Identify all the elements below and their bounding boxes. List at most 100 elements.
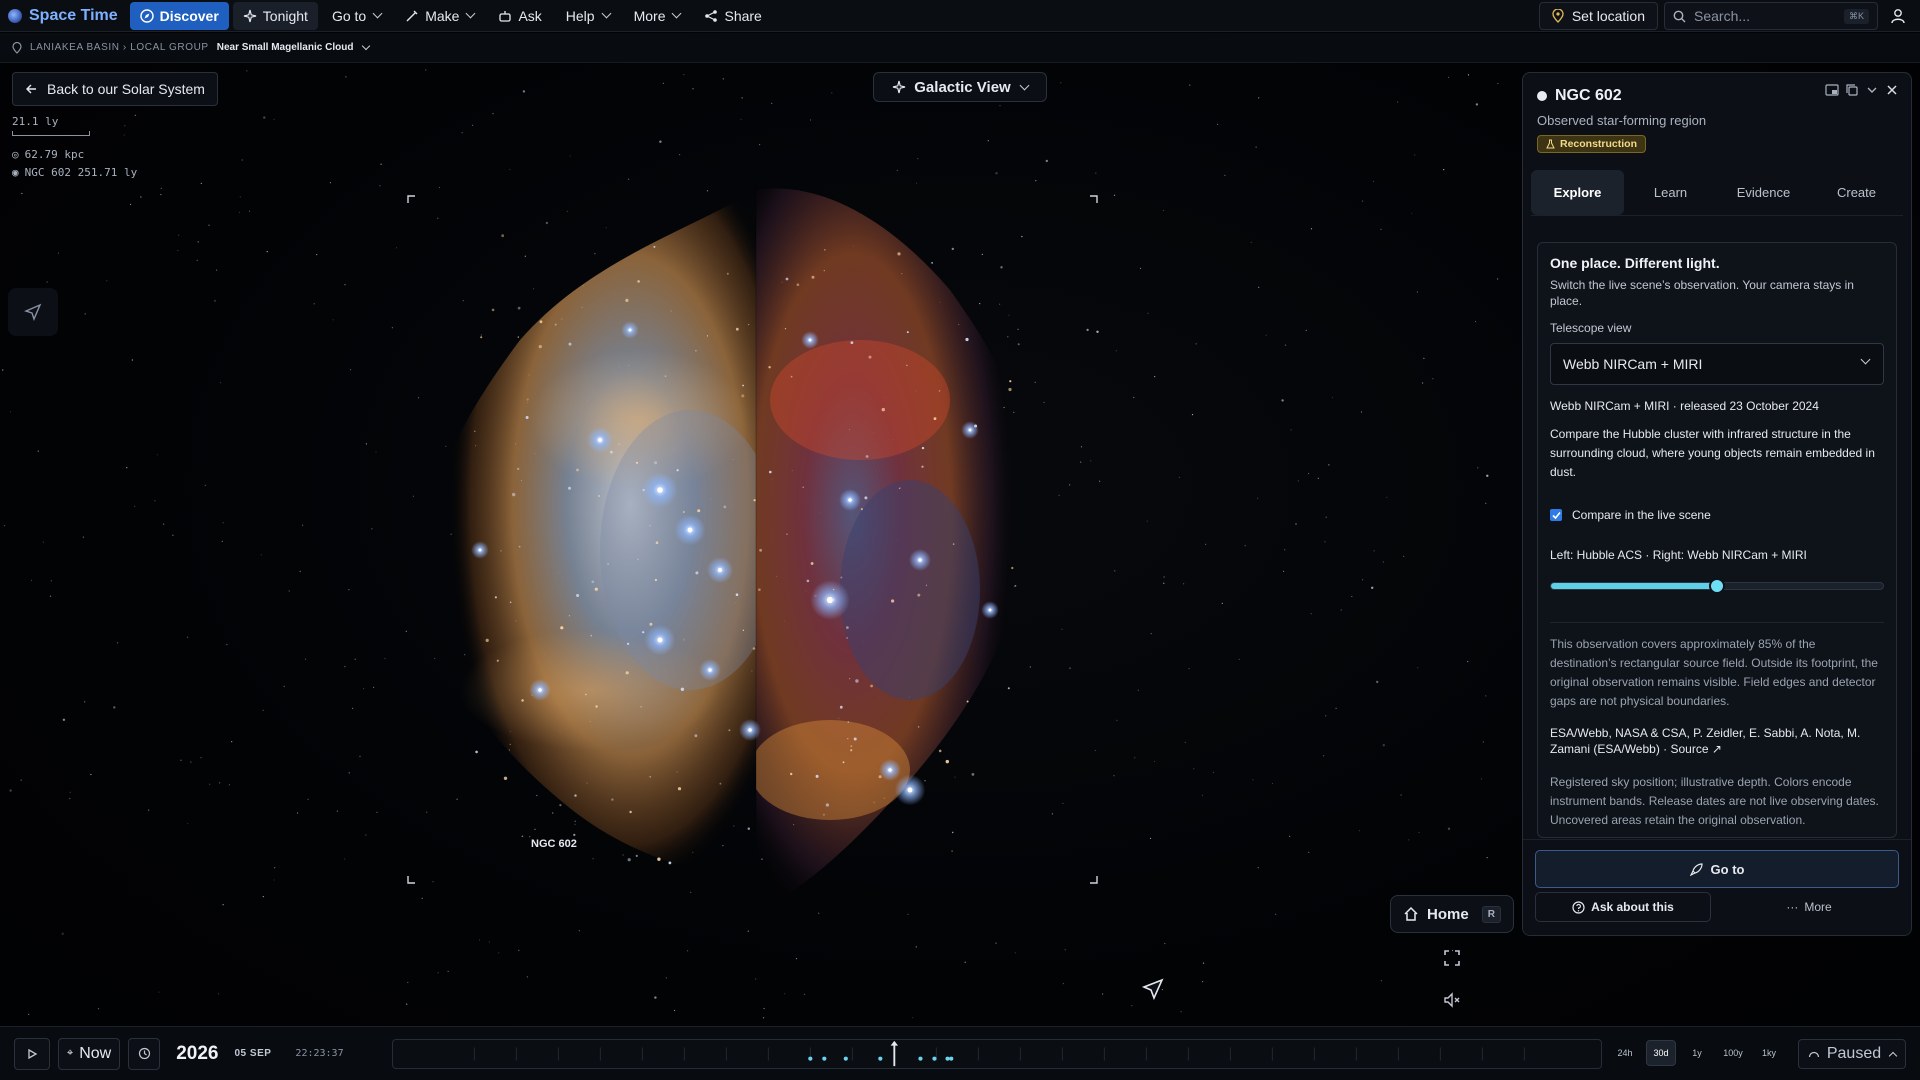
timeline-year[interactable]: 2026 [176, 1043, 218, 1065]
top-right-controls: Set location Search... ⌘K [1538, 2, 1912, 30]
wand-icon [406, 10, 418, 21]
play-button[interactable] [14, 1037, 50, 1070]
zoom-1y[interactable]: 1y [1682, 1040, 1712, 1066]
compare-checkbox[interactable]: Compare in the live scene [1550, 508, 1884, 522]
pointer-tool-button[interactable] [8, 288, 58, 336]
card-intro: Switch the live scene’s observation. You… [1550, 278, 1854, 308]
home-label: Home [1427, 905, 1469, 923]
picture-in-picture-icon[interactable] [1825, 83, 1839, 97]
observation-description: Compare the Hubble cluster with infrared… [1550, 427, 1875, 479]
zoom-30d[interactable]: 30d [1646, 1040, 1676, 1066]
go-to-button[interactable]: Go to [1535, 850, 1899, 888]
compass-icon [139, 8, 154, 23]
compare-slider-handle[interactable] [1709, 578, 1725, 594]
playback-status-button[interactable]: Paused [1798, 1039, 1906, 1069]
nav-help[interactable]: Help [556, 2, 620, 30]
ask-about-this-button[interactable]: Ask about this [1535, 892, 1711, 922]
history-button[interactable] [128, 1037, 161, 1070]
top-bar: Space Time Discover Tonight Go to Make A… [0, 0, 1920, 32]
planet-logo-icon [8, 8, 22, 23]
scene-object-label[interactable]: NGC 602 [531, 838, 577, 850]
chevron-down-icon [372, 8, 383, 19]
compare-slider[interactable] [1550, 578, 1884, 594]
panel-subtitle: Observed star-forming region [1537, 113, 1707, 128]
ellipsis-icon: ··· [1786, 900, 1799, 914]
timeline-time[interactable]: 22:23:37 [295, 1048, 343, 1059]
distance-icon: ◎ [12, 148, 19, 161]
chevron-down-icon [601, 8, 612, 19]
location-pin-icon [12, 41, 22, 54]
robot-icon [499, 10, 512, 22]
nav-ask[interactable]: Ask [488, 2, 551, 30]
user-account-button[interactable] [1884, 2, 1912, 30]
telescope-view-label: Telescope view [1550, 321, 1632, 335]
observation-card: One place. Different light. Switch the l… [1537, 242, 1897, 838]
frame-corner-top-left [407, 195, 415, 203]
ask-about-this-label: Ask about this [1591, 900, 1674, 914]
fullscreen-icon[interactable] [1442, 948, 1462, 968]
release-info: Webb NIRCam + MIRI · released 23 October… [1550, 399, 1819, 413]
timeline-date[interactable]: 05 SEP [235, 1048, 272, 1059]
checkbox-checked-icon[interactable] [1550, 509, 1562, 521]
telescope-view-select[interactable]: Webb NIRCam + MIRI [1550, 343, 1884, 385]
ngc-602-nebula-image[interactable] [390, 170, 1110, 930]
coverage-note: This observation covers approximately 85… [1550, 622, 1884, 711]
secondary-actions: Ask about this ··· More [1535, 892, 1899, 922]
tab-explore[interactable]: Explore [1531, 170, 1624, 215]
image-credit-link[interactable]: ESA/Webb, NASA & CSA, P. Zeidler, E. Sab… [1550, 725, 1884, 757]
nav-share[interactable]: Share [694, 2, 771, 30]
zoom-100y[interactable]: 100y [1718, 1040, 1748, 1066]
back-to-solar-system-button[interactable]: Back to our Solar System [12, 72, 218, 106]
close-icon[interactable] [1885, 83, 1899, 97]
flask-icon [1546, 139, 1555, 149]
copy-icon[interactable] [1845, 83, 1859, 97]
zoom-24h[interactable]: 24h [1610, 1040, 1640, 1066]
nav-make[interactable]: Make [395, 2, 484, 30]
view-mode-selector[interactable]: Galactic View [873, 72, 1047, 102]
zoom-1ky[interactable]: 1ky [1754, 1040, 1784, 1066]
arrow-left-icon [26, 84, 36, 94]
app-logo[interactable]: Space Time [8, 7, 118, 25]
playback-status-label: Paused [1826, 1045, 1882, 1062]
nav-discover[interactable]: Discover [129, 1, 229, 30]
now-label: Now [79, 1044, 112, 1062]
panel-window-controls [1825, 83, 1899, 97]
play-icon [28, 1048, 38, 1059]
target-icon: ◉ [12, 166, 19, 179]
search-shortcut: ⌘K [1843, 8, 1869, 24]
home-button[interactable]: Home R [1390, 895, 1514, 933]
badge-label: Reconstruction [1560, 138, 1638, 150]
depth-note: Registered sky position; illustrative de… [1550, 775, 1879, 827]
panel-header: NGC 602 Observed star-forming region Rec… [1523, 73, 1911, 154]
more-actions-label: More [1804, 900, 1832, 914]
home-shortcut: R [1481, 905, 1501, 923]
view-mode-label: Galactic View [914, 78, 1011, 96]
set-location-button[interactable]: Set location [1538, 2, 1658, 30]
nav-tonight-label: Tonight [262, 7, 308, 24]
nav-share-label: Share [724, 7, 762, 24]
nav-ask-label: Ask [518, 7, 542, 24]
nav-more[interactable]: More [624, 2, 691, 30]
collapse-chevron-icon[interactable] [1865, 83, 1879, 97]
speed-gauge-icon [1808, 1051, 1819, 1058]
nav-make-label: Make [425, 7, 460, 24]
search-icon [1673, 10, 1686, 22]
now-button[interactable]: ⌖ Now [58, 1037, 121, 1070]
breadcrumb-path[interactable]: LANIAKEA BASIN › LOCAL GROUP [30, 42, 209, 53]
tab-learn[interactable]: Learn [1624, 170, 1717, 215]
more-actions-button[interactable]: ··· More [1719, 892, 1899, 922]
tab-evidence[interactable]: Evidence [1717, 170, 1810, 215]
nav-tonight[interactable]: Tonight [232, 1, 318, 30]
timeline-track[interactable] [392, 1039, 1602, 1069]
mute-icon[interactable] [1442, 990, 1462, 1010]
scale-readout: 21.1 ly ◎ 62.79 kpc ◉ NGC 602 251.71 ly [12, 115, 137, 184]
tab-create[interactable]: Create [1810, 170, 1903, 215]
breadcrumb-current[interactable]: Near Small Magellanic Cloud [217, 42, 354, 53]
hubble-half [425, 190, 756, 890]
frame-corner-bottom-left [407, 876, 415, 884]
nav-goto[interactable]: Go to [322, 2, 391, 30]
go-to-label: Go to [1710, 861, 1745, 877]
chevron-down-icon[interactable] [362, 41, 371, 50]
distance-kpc: 62.79 kpc [24, 148, 85, 161]
search-input[interactable]: Search... ⌘K [1664, 2, 1878, 30]
